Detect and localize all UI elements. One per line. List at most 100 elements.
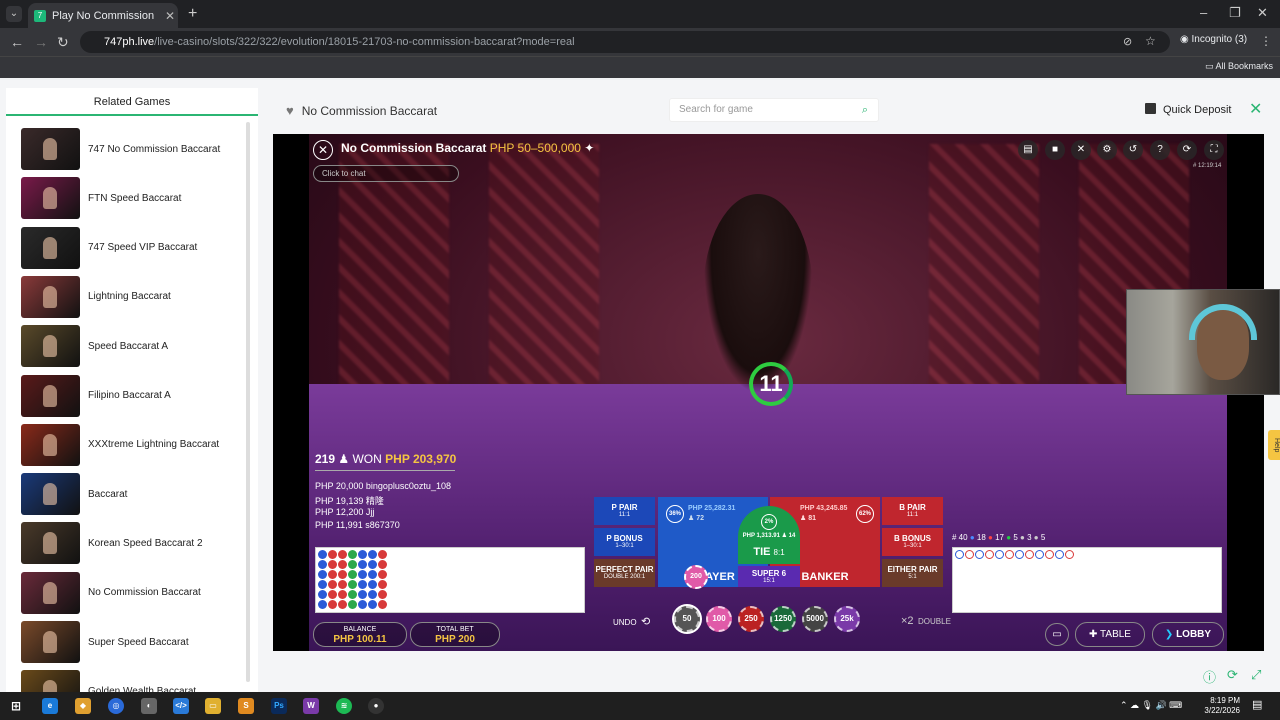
- window-close-icon[interactable]: ✕: [1257, 5, 1268, 21]
- browser-tab[interactable]: 7 Play No Commission Baccarat S ✕: [28, 3, 178, 28]
- expand-icon[interactable]: ⤢: [1251, 667, 1261, 683]
- related-game-item[interactable]: No Commission Baccarat: [21, 571, 241, 614]
- photoshop-icon[interactable]: Ps: [271, 698, 287, 714]
- game-close-icon[interactable]: ✕: [313, 140, 333, 160]
- chat-bubble-button[interactable]: ▭: [1045, 623, 1069, 646]
- webcam-overlay: [1126, 289, 1280, 395]
- banker-wins: 17: [995, 533, 1005, 542]
- bet-p-pair[interactable]: P PAIR 11:1: [594, 497, 655, 525]
- help-tab[interactable]: Help: [1268, 430, 1280, 460]
- bookmark-star-icon[interactable]: ☆: [1145, 34, 1156, 48]
- bet-perfect-pair[interactable]: PERFECT PAIR DOUBLE 200:1: [594, 559, 655, 587]
- road-bead: [338, 600, 347, 609]
- tab-search-icon[interactable]: ⌄: [6, 6, 22, 22]
- bet-p-bonus[interactable]: P BONUS 1–30:1: [594, 528, 655, 556]
- tie-label: TIE 8:1: [738, 546, 800, 558]
- copilot-icon[interactable]: ◆: [75, 698, 91, 714]
- edge-icon[interactable]: e: [42, 698, 58, 714]
- related-game-item[interactable]: Filipino Baccarat A: [21, 374, 241, 417]
- notification-icon[interactable]: ▤: [1252, 698, 1262, 711]
- related-game-item[interactable]: Speed Baccarat A: [21, 325, 241, 368]
- chip-1250[interactable]: 1250: [770, 606, 796, 632]
- double-button[interactable]: ×2 DOUBLE: [901, 615, 951, 627]
- obs-icon[interactable]: ●: [368, 698, 384, 714]
- back-icon[interactable]: ←: [10, 34, 24, 50]
- game-thumbnail: [21, 177, 80, 220]
- related-game-item[interactable]: Super Speed Baccarat: [21, 621, 241, 663]
- related-game-item[interactable]: Baccarat: [21, 473, 241, 516]
- chat-input[interactable]: Click to chat: [313, 165, 459, 182]
- tray-icons[interactable]: ⌃ ☁ 🎙 🔊 ⌨: [1120, 700, 1182, 711]
- app-w-icon[interactable]: W: [303, 698, 319, 714]
- related-game-item[interactable]: Lightning Baccarat: [21, 275, 241, 318]
- search-game-input[interactable]: Search for game ⌕: [669, 98, 879, 122]
- bet-tie[interactable]: 2% PHP 1,313.91 ♟ 14 TIE 8:1: [738, 506, 800, 564]
- player-wins: 18: [976, 533, 986, 542]
- sidebar-scrollbar[interactable]: [246, 122, 250, 682]
- winner-row: PHP 20,000 bingoplusc0oztu_108: [315, 481, 451, 491]
- undo-button[interactable]: UNDO ⟲: [613, 615, 650, 628]
- bet-b-bonus[interactable]: B BONUS 1–30:1: [882, 528, 943, 556]
- road-ring: [975, 550, 984, 559]
- star-icon[interactable]: ✦: [584, 141, 594, 155]
- related-game-item[interactable]: XXXtreme Lightning Baccarat: [21, 423, 241, 466]
- incognito-indicator[interactable]: ◉ Incognito (3): [1180, 34, 1247, 45]
- info-icon[interactable]: ⓘ: [1203, 667, 1216, 686]
- refresh-game-icon[interactable]: ⟳: [1227, 667, 1238, 683]
- video-icon[interactable]: ■: [1045, 140, 1065, 160]
- player-count: ♟ 72: [688, 515, 705, 522]
- all-bookmarks-label: All Bookmarks: [1215, 61, 1274, 71]
- app-icon[interactable]: ◐: [141, 698, 157, 714]
- related-game-item[interactable]: 747 Speed VIP Baccarat: [21, 226, 241, 269]
- tie-wins-icon: ●: [1006, 533, 1012, 542]
- related-game-item[interactable]: Korean Speed Baccarat 2: [21, 522, 241, 565]
- file-explorer-icon[interactable]: ▭: [205, 698, 221, 714]
- undo-label: UNDO: [613, 618, 637, 627]
- vscode-icon[interactable]: </>: [173, 698, 189, 714]
- start-icon[interactable]: ⊞: [8, 698, 24, 714]
- chip-25k[interactable]: 25k: [834, 606, 860, 632]
- settings-icon[interactable]: ⚙: [1097, 140, 1117, 160]
- chip-250[interactable]: 250: [738, 606, 764, 632]
- bet-super6[interactable]: SUPER 6 15:1: [738, 566, 800, 587]
- url-field[interactable]: 747ph.live/live-casino/slots/322/322/evo…: [80, 31, 1170, 53]
- road-bead: [328, 570, 337, 579]
- favorite-heart-icon[interactable]: ♥: [286, 103, 294, 118]
- b-bonus-odds: 1–30:1: [903, 543, 922, 549]
- related-game-item[interactable]: 747 No Commission Baccarat: [21, 128, 241, 170]
- lobby-button[interactable]: ❯ LOBBY: [1152, 622, 1224, 647]
- bet-b-pair[interactable]: B PAIR 11:1: [882, 497, 943, 525]
- game-frame[interactable]: 11 ✕ No Commission Baccarat PHP 50–500,0…: [273, 134, 1264, 651]
- taskbar-clock[interactable]: 8:19 PM 3/22/2026: [1200, 696, 1240, 716]
- mute-icon[interactable]: ✕: [1071, 140, 1091, 160]
- browser-menu-icon[interactable]: ⋮: [1260, 34, 1272, 48]
- history-icon[interactable]: ↺: [1123, 140, 1143, 160]
- incognito-icon: ◉: [1180, 34, 1192, 45]
- quick-deposit-button[interactable]: Quick Deposit: [1145, 103, 1231, 116]
- fullscreen-icon[interactable]: ⛶: [1204, 140, 1224, 160]
- bet-either-pair[interactable]: EITHER PAIR 5:1: [882, 559, 943, 587]
- new-tab-icon[interactable]: +: [188, 5, 197, 23]
- chat-icon[interactable]: ▤: [1018, 140, 1038, 160]
- switch-icon[interactable]: ⟳: [1177, 140, 1197, 160]
- player-percent: 36%: [666, 505, 684, 523]
- related-game-item[interactable]: FTN Speed Baccarat: [21, 177, 241, 220]
- game-thumbnail: [21, 275, 80, 318]
- search-icon[interactable]: ⌕: [862, 99, 868, 121]
- all-bookmarks[interactable]: ▭ All Bookmarks: [1205, 61, 1273, 72]
- eye-off-icon[interactable]: ⊘: [1123, 35, 1132, 48]
- table-button[interactable]: ✚ TABLE: [1075, 622, 1145, 647]
- chrome-icon[interactable]: ◎: [108, 698, 124, 714]
- close-tab-icon[interactable]: ✕: [165, 9, 175, 23]
- restore-icon[interactable]: ❐: [1229, 5, 1241, 21]
- close-game-icon[interactable]: ✕: [1249, 99, 1262, 119]
- reload-icon[interactable]: ↻: [57, 34, 69, 51]
- forward-icon[interactable]: →: [34, 34, 48, 50]
- spotify-icon[interactable]: ≋: [336, 698, 352, 714]
- help-icon[interactable]: ?: [1150, 140, 1170, 160]
- sublime-icon[interactable]: S: [238, 698, 254, 714]
- minimize-icon[interactable]: –: [1200, 5, 1207, 20]
- chip-100[interactable]: 100: [706, 606, 732, 632]
- chip-50[interactable]: 50: [674, 606, 700, 632]
- chip-5000[interactable]: 5000: [802, 606, 828, 632]
